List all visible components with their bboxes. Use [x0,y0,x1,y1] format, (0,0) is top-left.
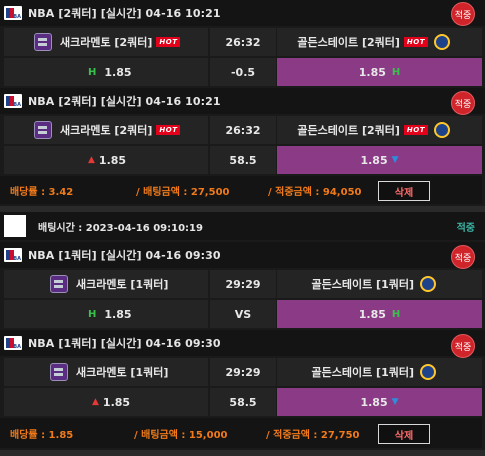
down-arrow-icon: ▼ [391,397,399,407]
home-odds-cell[interactable]: ▲ 1.85 [4,388,208,416]
nba-logo-icon: NBA [4,6,22,20]
match-header-text: NBA [1쿼터] [실시간] 04-16 09:30 [28,249,221,262]
up-arrow-icon: ▲ [92,397,99,407]
home-team-name: 새크라멘토 [1쿼터] [76,366,169,379]
score-cell: 26:32 [210,28,276,56]
delete-button[interactable]: 삭제 [378,424,430,444]
match-header-text: NBA [2쿼터] [실시간] 04-16 10:21 [28,7,221,20]
hot-badge: HOT [156,37,181,47]
match-header: NBA NBA [2쿼터] [실시간] 04-16 10:21 적중 [0,0,485,26]
teams-row: 새크라멘토 [2쿼터] HOT 26:32 골든스테이트 [2쿼터] HOT [0,116,482,144]
away-odds-value: 1.85 [360,153,388,167]
over-under-line: 58.5 [210,388,276,416]
home-odds-value: 1.85 [98,153,127,167]
away-team-cell: 골든스테이트 [1쿼터] [277,270,482,298]
home-odds-value: 1.85 [104,307,132,321]
home-team-cell: 새크라멘토 [2쿼터] HOT [4,28,208,56]
handicap-icon: H [88,308,97,320]
result-badge: 적중 [451,91,475,115]
match-header: NBA NBA [1쿼터] [실시간] 04-16 09:30 적중 [0,242,485,269]
away-odds-cell-selected[interactable]: 1.85 H [277,300,482,328]
warriors-logo-icon [434,34,450,50]
bottom-divider [0,450,485,456]
match-header-text: NBA [2쿼터] [실시간] 04-16 10:21 [28,95,221,108]
up-arrow-icon: ▲ [88,155,95,165]
nba-logo-icon: NBA [4,94,22,108]
away-odds-value: 1.85 [358,307,386,321]
select-checkbox[interactable] [4,215,26,237]
handicap-icon: H [391,308,401,320]
home-team-cell: 새크라멘토 [1쿼터] [4,358,208,386]
nba-logo-icon: NBA [4,336,22,350]
odds-row: ▲ 1.85 58.5 1.85 ▼ [0,388,482,416]
nba-logo-icon: NBA [4,248,22,262]
home-team-name: 새크라멘토 [2쿼터] [60,124,153,137]
bet-time-text: 배팅시간 : 2023-04-16 09:10:19 [38,222,203,234]
match-header: NBA NBA [2쿼터] [실시간] 04-16 10:21 적중 [0,88,485,115]
handicap-icon: H [391,66,401,78]
teams-row: 새크라멘토 [2쿼터] HOT 26:32 골든스테이트 [2쿼터] HOT [0,28,482,56]
match-header-text: NBA [1쿼터] [실시간] 04-16 09:30 [28,337,221,350]
home-odds-cell[interactable]: ▲ 1.85 [4,146,208,174]
bet-amount: / 배팅금액 : 27,500 [136,186,230,198]
teams-row: 새크라멘토 [1쿼터] 29:29 골든스테이트 [1쿼터] [0,270,482,298]
teams-row: 새크라멘토 [1쿼터] 29:29 골든스테이트 [1쿼터] [0,358,482,386]
away-odds-value: 1.85 [360,395,388,409]
over-under-line: 58.5 [210,146,276,174]
away-odds-cell-selected[interactable]: 1.85 ▼ [277,388,482,416]
home-odds-cell[interactable]: H 1.85 [4,58,208,86]
home-odds-value: 1.85 [104,65,132,79]
versus-label: VS [210,300,276,328]
kings-logo-icon [34,121,52,139]
score-cell: 26:32 [210,116,276,144]
away-odds-value: 1.85 [358,65,386,79]
away-team-name: 골든스테이트 [1쿼터] [311,366,415,379]
result-badge: 적중 [451,245,475,269]
kings-logo-icon [34,33,52,51]
away-team-name: 골든스테이트 [2쿼터] [297,124,400,137]
handicap-icon: H [88,66,97,78]
down-arrow-icon: ▼ [391,155,399,165]
bet-amount: / 배팅금액 : 15,000 [134,429,228,441]
home-team-cell: 새크라멘토 [1쿼터] [4,270,208,298]
result-badge: 적중 [451,2,475,26]
home-team-name: 새크라멘토 [2쿼터] [60,36,153,49]
home-odds-cell[interactable]: H 1.85 [4,300,208,328]
win-amount: / 적중금액 : 27,750 [266,429,360,441]
warriors-logo-icon [420,276,436,292]
bet-status-text: 적중 [456,222,475,234]
handicap-line: -0.5 [210,58,276,86]
away-team-name: 골든스테이트 [1쿼터] [311,278,415,291]
bet-time-header: 배팅시간 : 2023-04-16 09:10:19 적중 [0,212,485,240]
odds-row: H 1.85 -0.5 1.85 H [0,58,482,86]
away-team-cell: 골든스테이트 [2쿼터] HOT [277,28,482,56]
odds-row: H 1.85 VS 1.85 H [0,300,482,328]
score-cell: 29:29 [210,358,276,386]
hot-badge: HOT [403,37,428,47]
away-team-cell: 골든스테이트 [2쿼터] HOT [277,116,482,144]
bet-summary: 배당률 : 3.42 / 배팅금액 : 27,500 / 적중금액 : 94,0… [0,176,482,204]
away-odds-cell-selected[interactable]: 1.85 H [277,58,482,86]
home-odds-value: 1.85 [102,395,131,409]
away-odds-cell-selected[interactable]: 1.85 ▼ [277,146,482,174]
hot-badge: HOT [403,125,428,135]
match-header: NBA NBA [1쿼터] [실시간] 04-16 09:30 적중 [0,330,485,358]
kings-logo-icon [50,363,68,381]
away-team-cell: 골든스테이트 [1쿼터] [277,358,482,386]
warriors-logo-icon [434,122,450,138]
delete-button[interactable]: 삭제 [378,181,430,201]
bet-summary: 배당률 : 1.85 / 배팅금액 : 15,000 / 적중금액 : 27,7… [0,418,482,448]
score-cell: 29:29 [210,270,276,298]
home-team-cell: 새크라멘토 [2쿼터] HOT [4,116,208,144]
hot-badge: HOT [156,125,181,135]
home-team-name: 새크라멘토 [1쿼터] [76,278,169,291]
result-badge: 적중 [451,334,475,358]
odds-row: ▲ 1.85 58.5 1.85 ▼ [0,146,482,174]
odds-rate: 배당률 : 3.42 [10,186,74,198]
warriors-logo-icon [420,364,436,380]
win-amount: / 적중금액 : 94,050 [268,186,362,198]
kings-logo-icon [50,275,68,293]
odds-rate: 배당률 : 1.85 [10,429,74,441]
away-team-name: 골든스테이트 [2쿼터] [297,36,400,49]
